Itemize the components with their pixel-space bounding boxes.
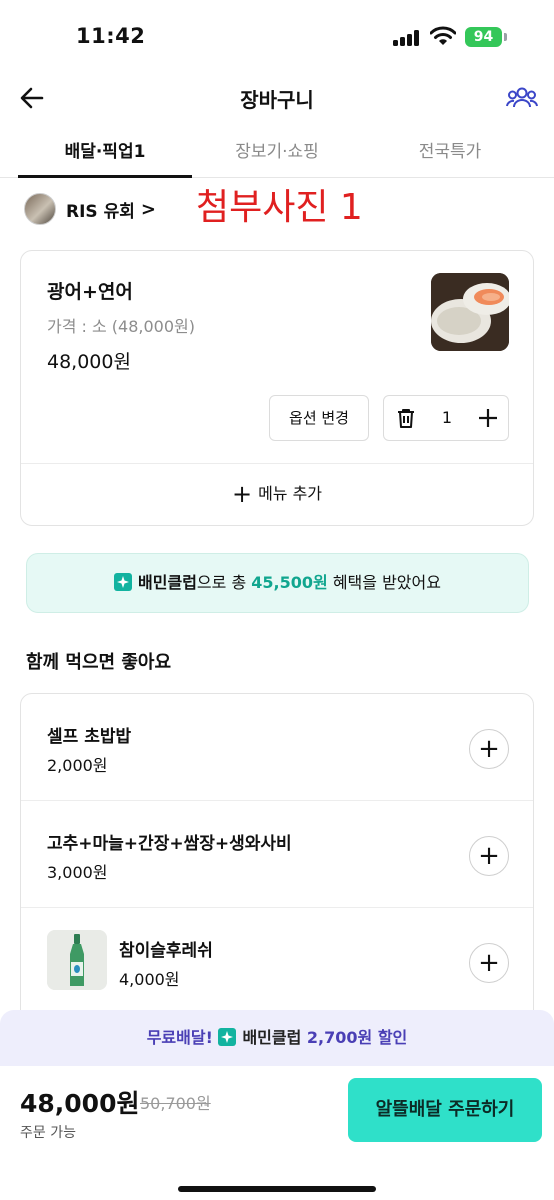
soju-bottle-image (47, 930, 107, 990)
order-status: 주문 가능 (20, 1125, 76, 1141)
trash-icon[interactable] (394, 406, 418, 430)
group-order-icon[interactable] (506, 84, 538, 112)
header: 장바구니 (0, 74, 554, 122)
store-link[interactable]: RIS 유회 > (24, 192, 156, 226)
quantity-value: 1 (441, 408, 453, 427)
add-item-button[interactable]: + (469, 836, 509, 876)
cart-item-image (431, 273, 509, 351)
cart-item-price: 48,000원 (47, 351, 131, 373)
promo-amount: 2,700원 (306, 1028, 373, 1047)
recommend-item-price: 3,000원 (47, 863, 108, 882)
store-thumbnail (24, 193, 56, 225)
cart-item-name: 광어+연어 (47, 281, 133, 303)
tab-nationwide-deals[interactable]: 전국특가 (362, 130, 538, 178)
recommend-title: 함께 먹으면 좋아요 (26, 652, 172, 673)
list-item: 참이슬후레쉬 4,000원 + (21, 908, 533, 1015)
baemin-club-icon (114, 573, 133, 591)
promo-text-1: 무료배달! (146, 1028, 219, 1047)
cart-item-card: 광어+연어 가격 : 소 (48,000원) 48,000원 옵션 변경 1 +… (20, 250, 534, 526)
tab-grocery-shopping[interactable]: 장보기·쇼핑 (192, 130, 362, 178)
recommend-list: 셀프 초밥밥 2,000원 + 고추+마늘+간장+쌈장+생와사비 3,000원 … (20, 693, 534, 1033)
wifi-icon (430, 26, 456, 45)
status-time: 11:42 (76, 24, 146, 48)
benefit-banner: 배민클럽으로 총 45,500원 혜택을 받았어요 (26, 553, 529, 613)
recommend-item-price: 4,000원 (119, 970, 180, 989)
recommend-item-price: 2,000원 (47, 756, 108, 775)
order-button[interactable]: 알뜰배달 주문하기 (348, 1078, 542, 1142)
add-menu-label: 메뉴 추가 (258, 484, 323, 503)
change-option-button[interactable]: 옵션 변경 (269, 395, 369, 441)
recommend-item-name: 고추+마늘+간장+쌈장+생와사비 (47, 834, 292, 854)
promo-text-2: 할인 (372, 1028, 408, 1047)
store-name: RIS 유회 (66, 201, 135, 222)
quantity-stepper: 1 (383, 395, 509, 441)
battery-icon: 94 (465, 27, 507, 47)
benefit-text-2: 혜택을 받았어요 (327, 573, 441, 592)
add-item-button[interactable]: + (469, 729, 509, 769)
benefit-club: 배민클럽 (138, 573, 197, 592)
add-menu-button[interactable]: + 메뉴 추가 (21, 464, 533, 526)
original-price: 50,700원 (140, 1094, 211, 1113)
signal-icon (393, 30, 419, 46)
benefit-text-1: 으로 총 (196, 573, 252, 592)
total-price: 48,000원 (20, 1089, 140, 1118)
attachment-label: 첨부사진 1 (196, 187, 363, 228)
baemin-club-icon (218, 1028, 237, 1046)
plus-icon[interactable] (476, 406, 500, 430)
page-title: 장바구니 (240, 88, 314, 112)
promo-club: 배민클럽 (242, 1028, 302, 1047)
chevron-right-icon: > (140, 198, 156, 220)
bottom-order-bar: 48,000원 50,700원 주문 가능 알뜰배달 주문하기 (0, 1066, 554, 1200)
home-indicator[interactable] (178, 1186, 376, 1192)
list-item: 셀프 초밥밥 2,000원 + (21, 694, 533, 801)
recommend-item-name: 셀프 초밥밥 (47, 727, 132, 747)
recommend-item-name: 참이슬후레쉬 (119, 941, 213, 961)
tab-delivery-pickup[interactable]: 배달·픽업1 (18, 130, 192, 178)
battery-level: 94 (465, 27, 502, 47)
list-item: 고추+마늘+간장+쌈장+생와사비 3,000원 + (21, 801, 533, 908)
cart-item-option: 가격 : 소 (48,000원) (47, 317, 195, 336)
promo-banner: 무료배달! 배민클럽 2,700원 할인 (0, 1010, 554, 1066)
add-item-button[interactable]: + (469, 943, 509, 983)
plus-icon: + (231, 480, 253, 508)
benefit-amount: 45,500원 (251, 573, 328, 592)
tab-bar: 배달·픽업1 장보기·쇼핑 전국특가 (0, 130, 554, 178)
status-bar: 11:42 94 (0, 0, 554, 74)
